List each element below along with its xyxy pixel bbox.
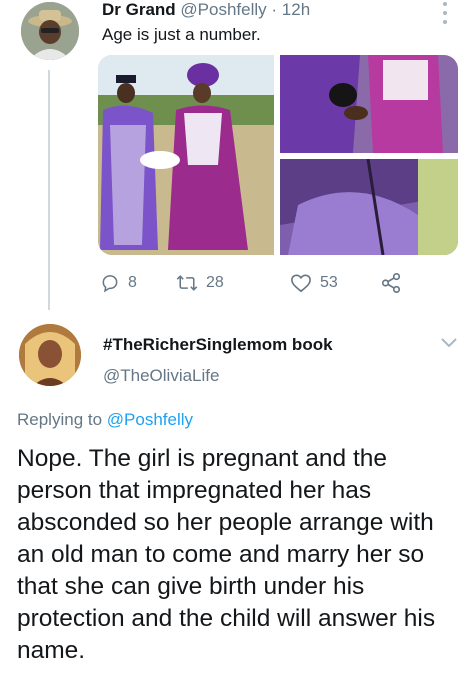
avatar[interactable] (19, 324, 81, 386)
replying-to: Replying to @Poshfelly (17, 410, 193, 430)
photo-dress-detail (280, 158, 458, 255)
tweet-actions: 8 28 53 (100, 268, 430, 298)
tweet-text: Nope. The girl is pregnant and the perso… (17, 445, 436, 664)
replying-to-mention[interactable]: @Poshfelly (107, 410, 193, 429)
retweet-count: 28 (206, 274, 224, 291)
tweet-header: Dr Grand @Poshfelly · 12h (102, 0, 310, 20)
like-count: 53 (320, 274, 338, 291)
retweet-icon (176, 275, 198, 291)
avatar-photo (19, 324, 81, 386)
chevron-down-icon[interactable] (440, 336, 458, 354)
replying-to-label: Replying to (17, 410, 107, 429)
photo-hands (280, 55, 458, 153)
timestamp[interactable]: · 12h (267, 0, 310, 19)
avatar-photo (21, 2, 79, 60)
share-button[interactable] (380, 268, 410, 298)
thread-line (48, 70, 50, 310)
avatar[interactable] (21, 2, 79, 60)
handle[interactable]: @TheOliviaLife (103, 366, 219, 386)
reply-button[interactable]: 8 (100, 268, 137, 298)
handle[interactable]: @Poshfelly (180, 0, 266, 19)
retweet-button[interactable]: 28 (176, 268, 224, 298)
reply-count: 8 (128, 274, 137, 291)
display-name[interactable]: #TheRicherSinglemom book (103, 335, 333, 355)
like-button[interactable]: 53 (290, 268, 338, 298)
heart-icon (291, 274, 311, 293)
display-name[interactable]: Dr Grand (102, 0, 176, 19)
share-icon (381, 273, 401, 293)
tweet-media[interactable] (98, 55, 458, 255)
photo-grid (98, 55, 458, 255)
photo-couple (98, 55, 274, 255)
more-options-icon[interactable] (441, 2, 449, 24)
reply-icon (102, 275, 118, 293)
tweet-text: Age is just a number. (102, 25, 261, 44)
